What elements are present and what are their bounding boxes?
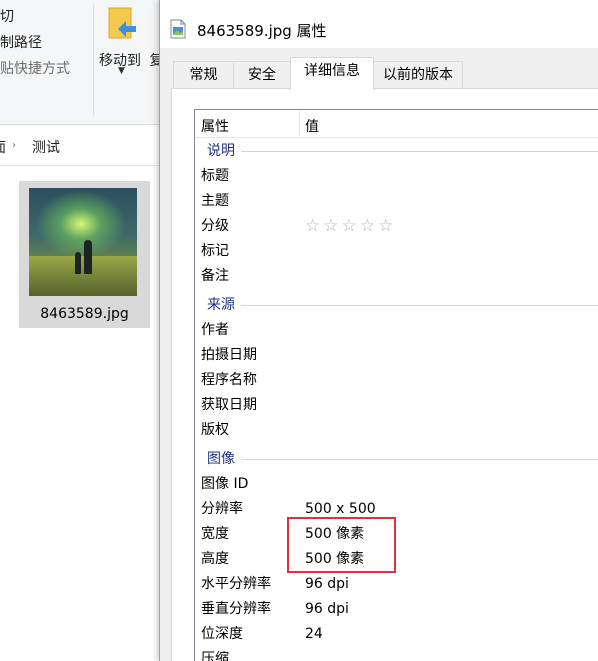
breadcrumb-chevron-icon: › [12,140,16,151]
row-vertical-resolution[interactable]: 垂直分辨率 96 dpi [195,597,598,622]
row-width[interactable]: 宽度 500 像素 [195,522,598,547]
list-header: 属性 值 [195,110,598,138]
image-file-icon [170,19,186,39]
row-bit-depth[interactable]: 位深度 24 [195,622,598,647]
tab-general[interactable]: 常规 [173,61,234,89]
property-name: 高度 [201,551,229,567]
move-to-icon [108,7,136,39]
property-name: 水平分辨率 [201,576,271,592]
paste-shortcut-button[interactable]: 粘贴快捷方式 [0,58,70,78]
row-comments[interactable]: 备注 [195,264,598,289]
row-height[interactable]: 高度 500 像素 [195,547,598,572]
tab-security[interactable]: 安全 [233,61,291,89]
tab-details[interactable]: 详细信息 [290,57,374,90]
row-date-taken[interactable]: 拍摄日期 [195,343,598,368]
property-name: 宽度 [201,526,229,542]
row-authors[interactable]: 作者 [195,318,598,343]
star-rating-icon[interactable]: ☆☆☆☆☆ [305,214,396,239]
chevron-down-icon[interactable]: ▼ [118,66,125,76]
property-name: 压缩 [201,651,229,661]
row-subject[interactable]: 主题 [195,189,598,214]
file-item[interactable]: 8463589.jpg [19,181,150,328]
group-description[interactable]: 说明 [195,139,598,164]
group-label: 说明 [207,143,235,159]
breadcrumb-current[interactable]: 测试 [32,137,60,157]
row-copyright[interactable]: 版权 [195,418,598,443]
row-tags[interactable]: 标记 [195,239,598,264]
copy-path-label: 复制路径 [0,35,42,51]
row-horizontal-resolution[interactable]: 水平分辨率 96 dpi [195,572,598,597]
row-date-acquired[interactable]: 获取日期 [195,393,598,418]
column-divider[interactable] [299,111,300,136]
group-origin[interactable]: 来源 [195,293,598,318]
property-name: 标记 [201,243,229,259]
row-compression[interactable]: 压缩 [195,647,598,661]
move-to-button[interactable]: 移动到 复 [99,50,163,70]
breadcrumb-prev[interactable]: 面 [0,137,6,157]
row-program[interactable]: 程序名称 [195,368,598,393]
dialog-title: 8463589.jpg 属性 [197,22,327,40]
property-name: 备注 [201,268,229,284]
paste-shortcut-label: 粘贴快捷方式 [0,61,70,77]
tab-previous-versions[interactable]: 以前的版本 [373,61,463,89]
column-header-value[interactable]: 值 [305,116,319,136]
cut-label: 剪切 [0,9,14,25]
property-name: 位深度 [201,626,243,642]
property-name: 标题 [201,168,229,184]
row-dimensions[interactable]: 分辨率 500 x 500 [195,497,598,522]
copy-path-button[interactable]: 复制路径 [0,32,42,52]
property-value: 96 dpi [305,576,349,592]
property-name: 作者 [201,322,229,338]
property-name: 图像 ID [201,476,249,492]
group-image[interactable]: 图像 [195,447,598,472]
tab-strip: 常规 安全 详细信息 以前的版本 [160,57,598,90]
property-name: 垂直分辨率 [201,601,271,617]
property-name: 主题 [201,193,229,209]
property-name: 拍摄日期 [201,347,257,363]
highlight-annotation-box [287,517,396,573]
property-name: 获取日期 [201,397,257,413]
group-label: 来源 [207,297,235,313]
file-name: 8463589.jpg [40,306,129,322]
property-name: 版权 [201,422,229,438]
properties-list[interactable]: 属性 值 说明 标题 主题 分级 ☆☆☆☆☆ 标记 备注 来源 作者 拍摄日期 … [194,109,598,661]
dialog-title-bar[interactable]: 8463589.jpg 属性 [160,0,598,48]
ribbon-separator [93,4,94,116]
column-header-property[interactable]: 属性 [201,116,229,136]
property-name: 分辨率 [201,501,243,517]
row-rating[interactable]: 分级 ☆☆☆☆☆ [195,214,598,239]
cut-button[interactable]: 剪切 [0,6,14,26]
details-panel: 属性 值 说明 标题 主题 分级 ☆☆☆☆☆ 标记 备注 来源 作者 拍摄日期 … [171,88,598,661]
property-name: 程序名称 [201,372,257,388]
file-thumbnail [29,188,137,296]
row-image-id[interactable]: 图像 ID [195,472,598,497]
property-name: 分级 [201,218,229,234]
group-label: 图像 [207,451,235,467]
row-title[interactable]: 标题 [195,164,598,189]
property-value: 24 [305,626,323,642]
property-value: 96 dpi [305,601,349,617]
